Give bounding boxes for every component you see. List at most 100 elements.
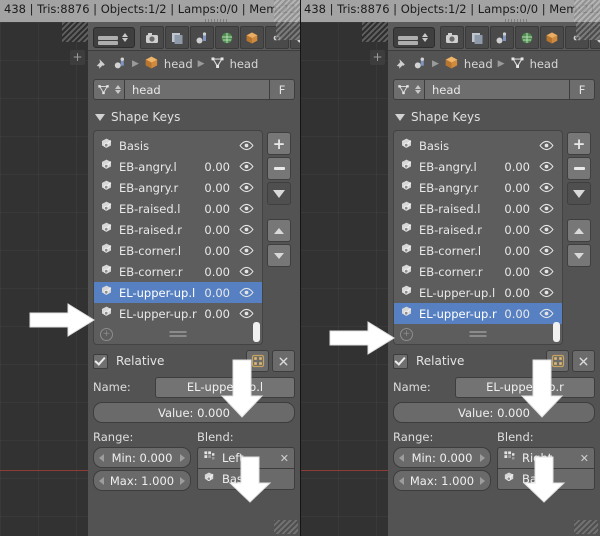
shape-key-row[interactable]: EB-raised.r 0.00 <box>394 219 562 240</box>
shape-key-row[interactable]: EB-angry.r 0.00 <box>94 177 262 198</box>
eye-icon[interactable] <box>539 220 554 239</box>
object-tab[interactable] <box>540 26 564 49</box>
mesh-name-field[interactable]: head <box>125 79 270 100</box>
shape-key-row[interactable]: EB-corner.r 0.00 <box>394 261 562 282</box>
shape-key-row[interactable]: EB-raised.r 0.00 <box>94 219 262 240</box>
shape-key-value[interactable]: 0.00 <box>204 181 230 195</box>
eye-icon[interactable] <box>539 304 554 323</box>
render-tab[interactable] <box>140 26 164 49</box>
world-tab[interactable] <box>515 26 539 49</box>
shape-key-row[interactable]: EB-corner.l 0.00 <box>394 240 562 261</box>
shape-key-row[interactable]: EB-raised.l 0.00 <box>394 198 562 219</box>
shape-key-row[interactable]: EL-upper-up.l 0.00 <box>94 282 262 303</box>
clear-vertex-group-icon[interactable]: ✕ <box>580 452 589 465</box>
shape-key-value[interactable]: 0.00 <box>204 244 230 258</box>
properties-header-grip[interactable] <box>576 22 600 40</box>
pin-icon[interactable] <box>394 55 408 74</box>
fake-user-button[interactable]: F <box>270 79 295 100</box>
list-scrollbar[interactable] <box>253 322 260 342</box>
eye-icon[interactable] <box>539 262 554 281</box>
viewport-3d[interactable]: + <box>300 22 388 536</box>
shape-key-row[interactable]: EB-raised.l 0.00 <box>94 198 262 219</box>
move-shape-key-up-button[interactable] <box>567 219 591 242</box>
clear-shape-key-button[interactable] <box>272 350 295 372</box>
shape-key-value[interactable]: 0.00 <box>204 286 230 300</box>
shape-key-row[interactable]: EB-angry.l 0.00 <box>394 156 562 177</box>
range-max-field[interactable]: Max: 1.000 <box>393 470 491 491</box>
properties-header-grip[interactable] <box>276 22 300 40</box>
list-filter-icon[interactable]: + <box>400 328 413 341</box>
eye-icon[interactable] <box>239 283 254 302</box>
mesh-datablock-selector[interactable] <box>393 79 425 100</box>
shape-key-value[interactable]: 0.00 <box>204 265 230 279</box>
properties-bottom-grip[interactable] <box>274 520 298 534</box>
list-resize-grip[interactable] <box>169 331 187 333</box>
shape-key-row[interactable]: Basis <box>394 135 562 156</box>
shape-keys-list[interactable]: Basis EB-angry.l 0.00 EB-angry.r 0.00 EB-rais… <box>393 130 563 345</box>
viewport-toolshelf-toggle[interactable]: + <box>70 50 85 65</box>
move-shape-key-down-button[interactable] <box>567 244 591 267</box>
eye-icon[interactable] <box>239 241 254 260</box>
shape-key-row[interactable]: Basis <box>94 135 262 156</box>
eye-icon[interactable] <box>539 136 554 155</box>
info-bar-resize-grip[interactable] <box>574 0 600 22</box>
mesh-name-field[interactable]: head <box>425 79 570 100</box>
shape-key-row[interactable]: EB-corner.l 0.00 <box>94 240 262 261</box>
render-layers-tab[interactable] <box>465 26 489 49</box>
mesh-datablock-selector[interactable] <box>93 79 125 100</box>
viewport-resize-grip[interactable] <box>62 22 88 42</box>
shape-key-value[interactable]: 0.00 <box>504 265 530 279</box>
list-filter-icon[interactable]: + <box>100 328 113 341</box>
scene-tab[interactable] <box>190 26 214 49</box>
move-shape-key-down-button[interactable] <box>267 244 291 267</box>
eye-icon[interactable] <box>239 304 254 323</box>
shape-key-row[interactable]: EL-upper-up.l 0.00 <box>394 282 562 303</box>
remove-shape-key-button[interactable] <box>567 157 591 180</box>
viewport-3d[interactable]: + <box>0 22 88 536</box>
range-min-field[interactable]: Min: 0.000 <box>93 447 191 468</box>
info-bar-resize-grip[interactable] <box>274 0 300 22</box>
shape-keys-list[interactable]: Basis EB-angry.l 0.00 EB-angry.r 0.00 EB-rais… <box>93 130 263 345</box>
eye-icon[interactable] <box>239 262 254 281</box>
shape-keys-panel-header[interactable]: Shape Keys <box>88 106 300 128</box>
shape-key-value[interactable]: 0.00 <box>504 307 530 321</box>
shape-key-specials-menu[interactable] <box>567 182 591 205</box>
list-resize-grip[interactable] <box>469 331 487 333</box>
shape-key-value[interactable]: 0.00 <box>504 223 530 237</box>
editor-type-selector[interactable] <box>393 27 435 48</box>
range-min-field[interactable]: Min: 0.000 <box>393 447 491 468</box>
eye-icon[interactable] <box>539 157 554 176</box>
clear-shape-key-button[interactable] <box>572 350 595 372</box>
pin-icon[interactable] <box>94 55 108 74</box>
eye-icon[interactable] <box>539 241 554 260</box>
shape-key-row[interactable]: EB-corner.r 0.00 <box>94 261 262 282</box>
shape-key-value-slider[interactable]: Value: 0.000 <box>393 402 595 423</box>
shape-keys-panel-header[interactable]: Shape Keys <box>388 106 600 128</box>
shape-key-row[interactable]: EL-upper-up.r 0.00 <box>94 303 262 324</box>
viewport-resize-grip[interactable] <box>362 22 388 42</box>
eye-icon[interactable] <box>239 220 254 239</box>
world-tab[interactable] <box>215 26 239 49</box>
shape-key-row[interactable]: EB-angry.r 0.00 <box>394 177 562 198</box>
shape-key-value[interactable]: 0.00 <box>504 244 530 258</box>
shape-key-value[interactable]: 0.00 <box>204 307 230 321</box>
properties-bottom-grip[interactable] <box>574 520 598 534</box>
shape-key-value[interactable]: 0.00 <box>504 202 530 216</box>
eye-icon[interactable] <box>239 178 254 197</box>
eye-icon[interactable] <box>239 157 254 176</box>
shape-key-value[interactable]: 0.00 <box>504 181 530 195</box>
eye-icon[interactable] <box>239 136 254 155</box>
shape-key-value[interactable]: 0.00 <box>204 223 230 237</box>
add-shape-key-button[interactable]: + <box>267 132 291 155</box>
eye-icon[interactable] <box>539 178 554 197</box>
render-tab[interactable] <box>440 26 464 49</box>
move-shape-key-up-button[interactable] <box>267 219 291 242</box>
eye-icon[interactable] <box>239 199 254 218</box>
shape-key-value[interactable]: 0.00 <box>504 160 530 174</box>
object-tab[interactable] <box>240 26 264 49</box>
shape-key-value[interactable]: 0.00 <box>504 286 530 300</box>
scene-icon[interactable] <box>413 55 427 74</box>
range-max-field[interactable]: Max: 1.000 <box>93 470 191 491</box>
relative-checkbox[interactable] <box>93 353 108 369</box>
shape-key-value[interactable]: 0.00 <box>204 160 230 174</box>
